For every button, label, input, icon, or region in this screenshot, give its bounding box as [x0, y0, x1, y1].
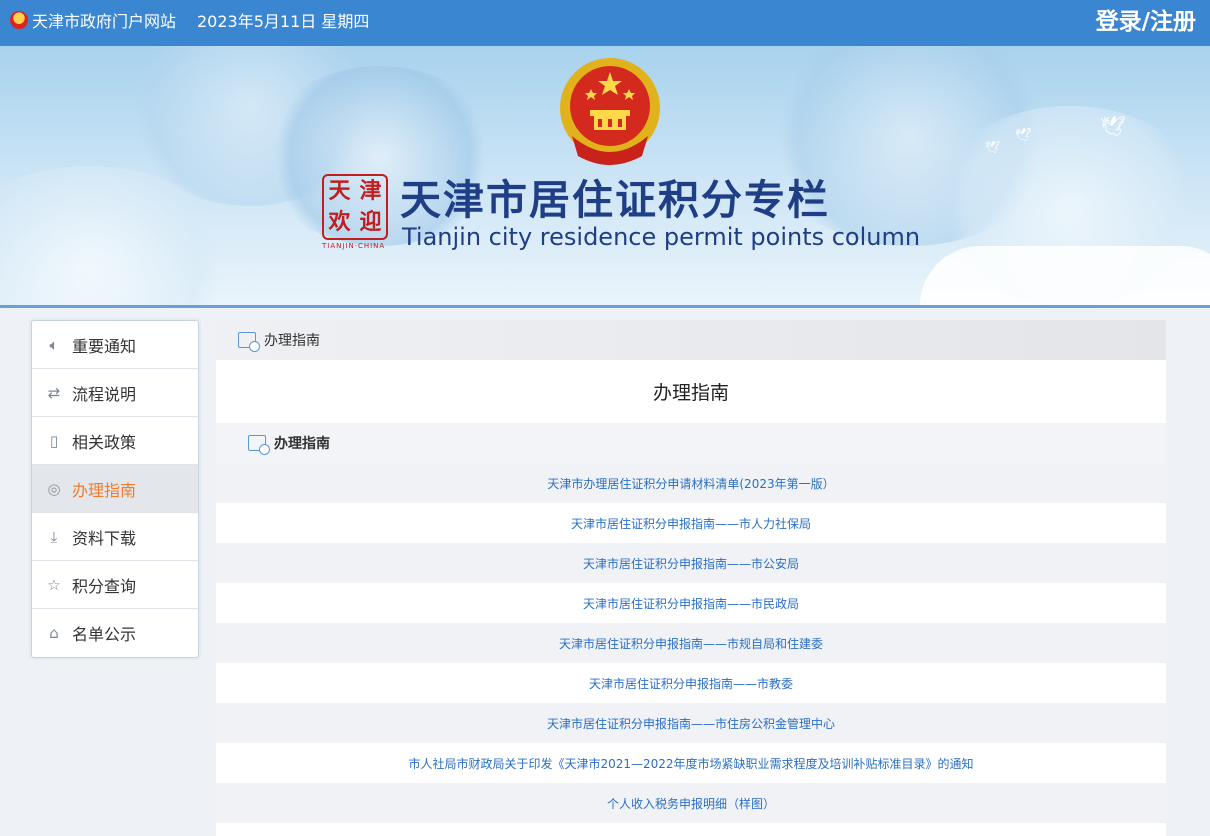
- main-panel: 办理指南 办理指南 办理指南 天津市办理居住证积分申请材料清单(2023年第一版…: [216, 320, 1166, 836]
- login-register-link[interactable]: 登录/注册: [1096, 7, 1196, 37]
- sidebar-item-publicity[interactable]: ⌂ 名单公示: [32, 609, 198, 657]
- sidebar-item-label: 积分查询: [72, 576, 137, 596]
- portal-link[interactable]: 天津市政府门户网站: [32, 11, 176, 33]
- guide-link[interactable]: 天津市办理居住证积分申请材料清单(2023年第一版）: [216, 463, 1166, 503]
- seal-caption: TIANJIN·CHINA: [322, 242, 386, 250]
- sidebar-item-policies[interactable]: ▯ 相关政策: [32, 417, 198, 465]
- sidebar-item-label: 重要通知: [72, 336, 137, 356]
- breadcrumb: 办理指南: [216, 320, 1166, 360]
- dove-icon: 🕊: [1015, 128, 1032, 143]
- banner-subtitle: Tianjin city residence permit points col…: [402, 223, 921, 251]
- guide-link[interactable]: 天津市居住证积分申报指南——市教委: [216, 663, 1166, 703]
- book-icon: ▯: [49, 431, 59, 450]
- sidebar-item-label: 相关政策: [72, 432, 137, 452]
- guide-link[interactable]: 天津市居住证积分申报指南——市规自局和住建委: [216, 623, 1166, 663]
- star-icon: ☆: [47, 575, 61, 594]
- sidebar-item-guide[interactable]: ◎ 办理指南: [32, 465, 198, 513]
- document-clock-icon: [248, 435, 270, 455]
- speaker-icon: 🔈︎: [49, 335, 59, 354]
- sidebar-item-label: 资料下载: [72, 528, 137, 548]
- emblem-icon: [10, 11, 28, 29]
- guide-link[interactable]: [216, 823, 1166, 836]
- guide-link[interactable]: 个人收入税务申报明细（样图）: [216, 783, 1166, 823]
- sidebar-item-label: 办理指南: [72, 480, 137, 500]
- section-header: 办理指南: [216, 423, 1166, 463]
- header-banner: 🕊 🕊 🕊 天 津 欢 迎 TIANJIN·CHINA 天津市居住证积分专栏 T…: [0, 46, 1210, 308]
- sidebar-item-downloads[interactable]: ⤓ 资料下载: [32, 513, 198, 561]
- sidebar-item-label: 流程说明: [72, 384, 137, 404]
- section-label: 办理指南: [274, 436, 330, 452]
- document-clock-icon: [238, 332, 260, 352]
- top-bar: 天津市政府门户网站 2023年5月11日 星期四 登录/注册: [0, 0, 1210, 46]
- tianjin-seal-logo: 天 津 欢 迎: [322, 174, 388, 240]
- dove-icon: 🕊: [985, 140, 1001, 154]
- guide-link[interactable]: 市人社局市财政局关于印发《天津市2021—2022年度市场紧缺职业需求程度及培训…: [216, 743, 1166, 783]
- breadcrumb-label: 办理指南: [264, 333, 320, 349]
- compass-icon: ◎: [47, 479, 61, 498]
- guide-link[interactable]: 天津市居住证积分申报指南——市人力社保局: [216, 503, 1166, 543]
- sidebar-item-label: 名单公示: [72, 625, 137, 644]
- sidebar-item-points-query[interactable]: ☆ 积分查询: [32, 561, 198, 609]
- national-emblem-icon: [560, 58, 660, 165]
- flow-icon: ⇄: [47, 383, 61, 402]
- page-title: 办理指南: [652, 382, 729, 404]
- dove-icon: 🕊: [1100, 114, 1126, 138]
- banner-cloud-decoration: [920, 246, 1210, 305]
- guide-link[interactable]: 天津市居住证积分申报指南——市公安局: [216, 543, 1166, 583]
- building-icon: ⌂: [49, 624, 59, 642]
- guide-link-list: 天津市办理居住证积分申请材料清单(2023年第一版） 天津市居住证积分申报指南—…: [216, 463, 1166, 836]
- current-date: 2023年5月11日 星期四: [197, 12, 370, 31]
- guide-link[interactable]: 天津市居住证积分申报指南——市住房公积金管理中心: [216, 703, 1166, 743]
- banner-title: 天津市居住证积分专栏: [400, 176, 830, 224]
- download-icon: ⤓: [50, 527, 58, 546]
- guide-link[interactable]: 天津市居住证积分申报指南——市民政局: [216, 583, 1166, 623]
- sidebar-nav: 🔈︎ 重要通知 ⇄ 流程说明 ▯ 相关政策 ◎ 办理指南 ⤓ 资料下载 ☆ 积分…: [31, 320, 199, 658]
- sidebar-item-process[interactable]: ⇄ 流程说明: [32, 369, 198, 417]
- sidebar-item-notices[interactable]: 🔈︎ 重要通知: [32, 321, 198, 369]
